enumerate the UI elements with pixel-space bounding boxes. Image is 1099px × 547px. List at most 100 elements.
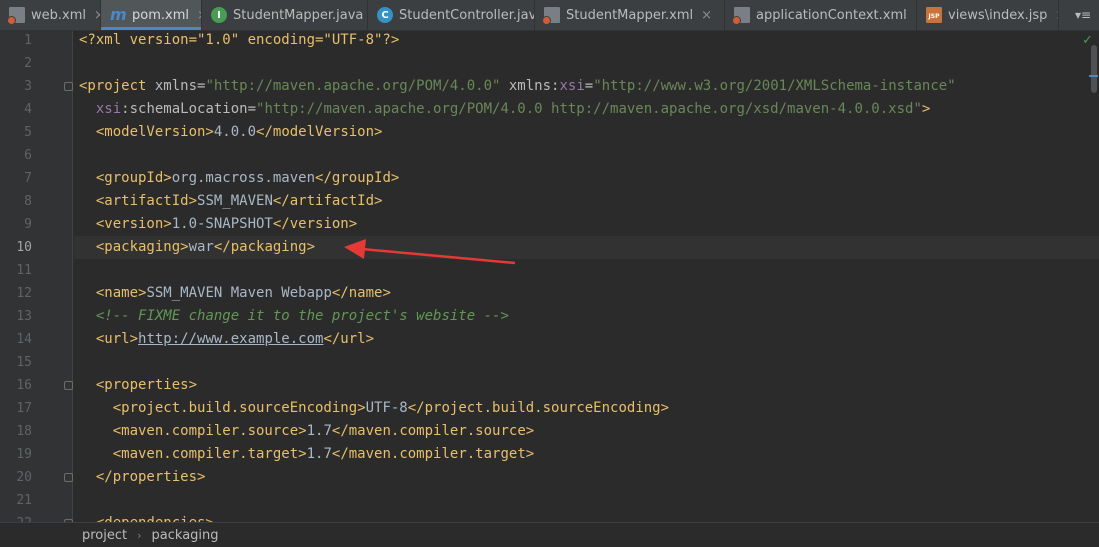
- code-line[interactable]: [74, 259, 1099, 282]
- line-number[interactable]: 11: [0, 259, 32, 282]
- close-tab-icon[interactable]: ×: [1055, 8, 1058, 23]
- fold-toggle-icon[interactable]: [64, 381, 73, 390]
- tab-web-xml[interactable]: web.xml ×: [0, 0, 101, 30]
- code-line[interactable]: <maven.compiler.source>1.7</maven.compil…: [74, 420, 1099, 443]
- code-token: "http://maven.apache.org/POM/4.0.0": [205, 78, 501, 94]
- code-line[interactable]: [74, 351, 1099, 374]
- code-line[interactable]: [74, 489, 1099, 512]
- code-line[interactable]: <maven.compiler.target>1.7</maven.compil…: [74, 443, 1099, 466]
- close-tab-icon[interactable]: ×: [94, 8, 100, 23]
- code-token: =: [584, 78, 594, 94]
- code-token: </groupId>: [315, 170, 400, 186]
- line-number[interactable]: 15: [0, 351, 32, 374]
- fold-toggle-icon[interactable]: [64, 82, 73, 91]
- breadcrumb: project › packaging: [0, 522, 1099, 547]
- code-token: <project.build.sourceEncoding>: [112, 400, 366, 416]
- code-token: </packaging>: [213, 239, 316, 255]
- code-line[interactable]: <groupId>org.macross.maven</groupId>: [74, 167, 1099, 190]
- code-token: "http://www.w3.org/2001/XMLSchema-instan…: [593, 78, 956, 94]
- code-token: <name>: [95, 285, 147, 301]
- code-line[interactable]: <project xmlns="http://maven.apache.org/…: [74, 75, 1099, 98]
- line-number[interactable]: 3: [0, 75, 32, 98]
- breadcrumb-item-project[interactable]: project: [82, 528, 127, 543]
- line-number[interactable]: 9: [0, 213, 32, 236]
- code-token: 1.0-SNAPSHOT: [171, 216, 273, 232]
- line-number[interactable]: 8: [0, 190, 32, 213]
- code-line[interactable]: <modelVersion>4.0.0</modelVersion>: [74, 121, 1099, 144]
- code-line[interactable]: <dependencies>: [74, 512, 1099, 522]
- jsp-file-icon: JSP: [926, 7, 942, 23]
- line-number[interactable]: 1: [0, 31, 32, 52]
- code-line[interactable]: <name>SSM_MAVEN Maven Webapp</name>: [74, 282, 1099, 305]
- code-token: <artifactId>: [95, 193, 198, 209]
- code-line[interactable]: <version>1.0-SNAPSHOT</version>: [74, 213, 1099, 236]
- code-line[interactable]: <project.build.sourceEncoding>UTF-8</pro…: [74, 397, 1099, 420]
- xml-badge-icon: [7, 16, 16, 25]
- close-tab-icon[interactable]: ×: [701, 8, 712, 23]
- tab-label: StudentMapper.java: [233, 7, 364, 23]
- code-line[interactable]: </properties>: [74, 466, 1099, 489]
- error-stripe-mark[interactable]: [1089, 75, 1098, 77]
- code-line[interactable]: <packaging>war</packaging>: [74, 236, 1099, 259]
- code-line[interactable]: xsi:schemaLocation="http://maven.apache.…: [74, 98, 1099, 121]
- vertical-scrollbar-thumb[interactable]: [1091, 45, 1097, 93]
- code-editor[interactable]: 12345678910111213141516171819202122 <?xm…: [0, 31, 1099, 522]
- code-token: <dependencies>: [96, 515, 214, 522]
- code-token: </maven.compiler.target>: [331, 446, 535, 462]
- line-number[interactable]: 12: [0, 282, 32, 305]
- line-number[interactable]: 2: [0, 52, 32, 75]
- code-token: <groupId>: [95, 170, 172, 186]
- line-number[interactable]: 5: [0, 121, 32, 144]
- xml-file-icon: [7, 7, 25, 25]
- line-number[interactable]: 7: [0, 167, 32, 190]
- tab-list-menu-icon[interactable]: ▾≡: [1067, 0, 1099, 30]
- code-comment: FIXME change it to the project's website: [138, 308, 476, 324]
- line-number[interactable]: 10: [0, 236, 32, 259]
- code-line[interactable]: <?xml version="1.0" encoding="UTF-8"?>: [74, 31, 1099, 52]
- line-number[interactable]: 22: [0, 512, 32, 522]
- line-number[interactable]: 16: [0, 374, 32, 397]
- code-link[interactable]: http://www.example.com: [138, 331, 323, 347]
- line-number[interactable]: 13: [0, 305, 32, 328]
- tab-studentmapper-xml[interactable]: StudentMapper.xml ×: [535, 0, 725, 30]
- code-line[interactable]: [74, 52, 1099, 75]
- code-line[interactable]: [74, 144, 1099, 167]
- tab-pom-xml[interactable]: mpom.xml×: [101, 0, 202, 30]
- code-comment: <!--: [95, 308, 139, 324]
- line-number[interactable]: 4: [0, 98, 32, 121]
- breadcrumb-separator-icon: ›: [137, 528, 142, 542]
- code-line[interactable]: <properties>: [74, 374, 1099, 397]
- fold-toggle-icon[interactable]: [64, 473, 73, 482]
- code-token: <url>: [95, 331, 139, 347]
- code-line[interactable]: <artifactId>SSM_MAVEN</artifactId>: [74, 190, 1099, 213]
- tab-applicationcontext-xml[interactable]: applicationContext.xml×: [725, 0, 917, 30]
- code-line[interactable]: <url>http://www.example.com</url>: [74, 328, 1099, 351]
- code-token: 1.7: [306, 446, 332, 462]
- line-number[interactable]: 18: [0, 420, 32, 443]
- code-area[interactable]: <?xml version="1.0" encoding="UTF-8"?> <p…: [74, 31, 1099, 522]
- tab-studentmapper-java[interactable]: IStudentMapper.java×: [202, 0, 368, 30]
- line-number[interactable]: 6: [0, 144, 32, 167]
- interface-icon: I: [211, 7, 227, 23]
- code-line[interactable]: <!-- FIXME change it to the project's we…: [74, 305, 1099, 328]
- code-token: <version>: [95, 216, 172, 232]
- breadcrumb-item-packaging[interactable]: packaging: [152, 528, 219, 543]
- code-token: <packaging>: [95, 239, 189, 255]
- tab-views-index-jsp[interactable]: JSP views\index.jsp ×: [917, 0, 1059, 30]
- code-token: <maven.compiler.source>: [112, 423, 307, 439]
- line-number[interactable]: 14: [0, 328, 32, 351]
- line-number[interactable]: 17: [0, 397, 32, 420]
- code-token: xsi: [95, 101, 122, 117]
- line-number[interactable]: 19: [0, 443, 32, 466]
- line-number[interactable]: 20: [0, 466, 32, 489]
- line-number[interactable]: 21: [0, 489, 32, 512]
- code-token: <?xml version="1.0" encoding="UTF-8"?>: [79, 32, 400, 48]
- code-token: war: [188, 239, 214, 255]
- tab-studentcontroller-java[interactable]: CStudentController.java×: [368, 0, 535, 30]
